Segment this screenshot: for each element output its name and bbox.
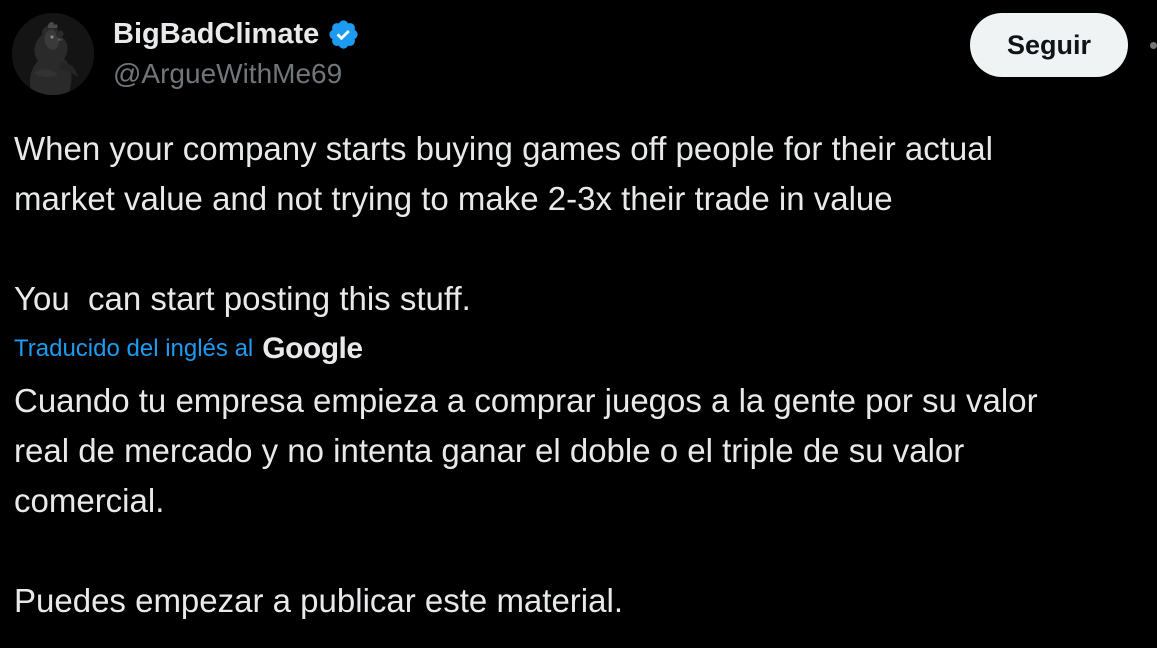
- rooster-avatar-icon: [12, 13, 94, 95]
- tweet-original-text: When your company starts buying games of…: [14, 130, 993, 317]
- follow-button[interactable]: Seguir: [970, 13, 1128, 77]
- google-logo: Google: [262, 332, 363, 365]
- author-name-row: BigBadClimate: [113, 16, 360, 52]
- verified-badge-icon[interactable]: [327, 18, 360, 51]
- translated-from-link[interactable]: Traducido del inglés al: [14, 330, 253, 368]
- tweet-translated-text: Cuando tu empresa empieza a comprar jueg…: [14, 382, 1038, 619]
- avatar[interactable]: [12, 13, 94, 95]
- author-display-name[interactable]: BigBadClimate: [113, 16, 319, 52]
- tweet: BigBadClimate @ArgueWithMe69 Seguir When…: [0, 0, 1157, 648]
- author-handle[interactable]: @ArgueWithMe69: [113, 57, 342, 91]
- translation-attribution: Traducido del inglés al Google: [14, 330, 363, 368]
- more-options-icon[interactable]: [1150, 42, 1157, 49]
